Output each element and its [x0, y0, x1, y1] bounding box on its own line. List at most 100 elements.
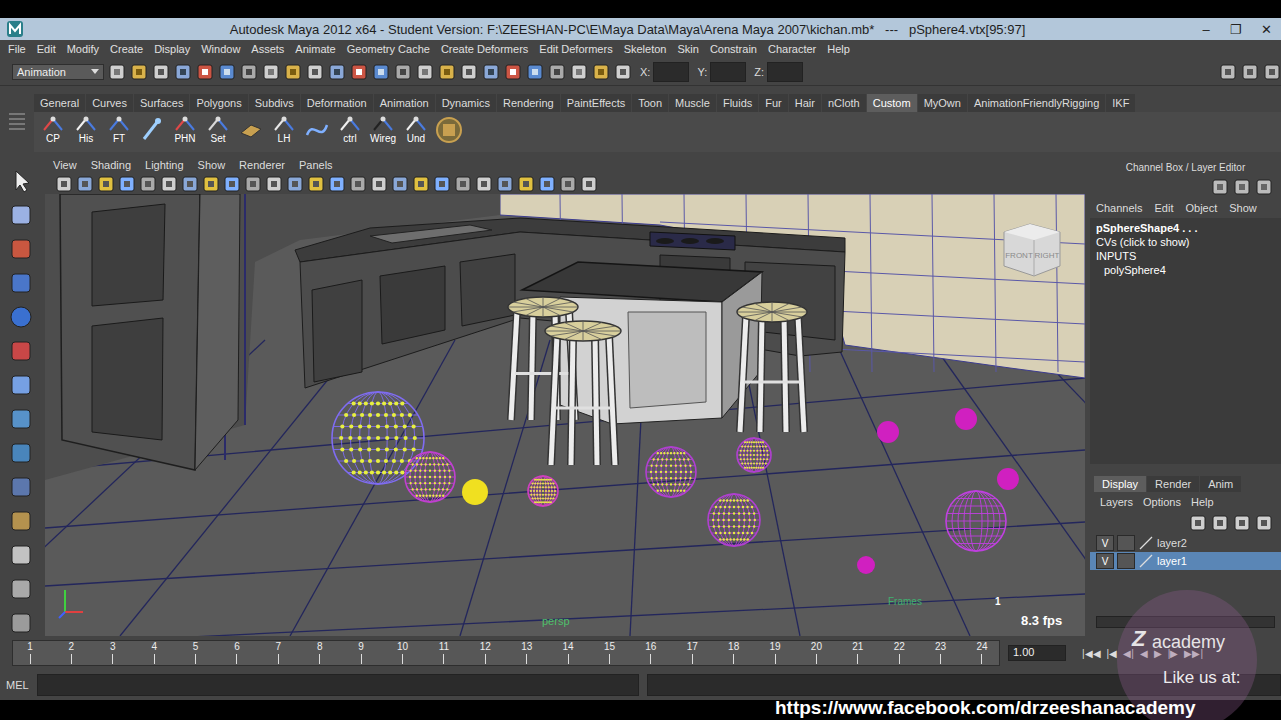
shelf-button[interactable]: [434, 115, 464, 149]
layer-menu-item[interactable]: Options: [1143, 496, 1181, 508]
channel-box-mode-icon[interactable]: [1255, 178, 1273, 196]
shelf-tab[interactable]: Polygons: [190, 94, 247, 112]
shelf-grip[interactable]: [0, 86, 34, 156]
tool-icon[interactable]: [8, 406, 34, 432]
sphere-outline[interactable]: [708, 494, 760, 546]
viewport-tool-icon[interactable]: [244, 175, 262, 193]
tool-icon[interactable]: [8, 508, 34, 534]
viewport-tool-icon[interactable]: [391, 175, 409, 193]
watermark-url[interactable]: https://www.facebook.com/drzeeshanacadem…: [775, 697, 1196, 719]
menu-item[interactable]: Geometry Cache: [347, 43, 430, 55]
viewport-tool-icon[interactable]: [559, 175, 577, 193]
sphere-body[interactable]: [462, 479, 488, 505]
menu-item[interactable]: Animate: [295, 43, 335, 55]
status-tool-icon[interactable]: [262, 63, 280, 81]
layer-tab[interactable]: Render: [1147, 476, 1199, 492]
sphere[interactable]: [528, 476, 558, 506]
status-tool-icon[interactable]: [614, 63, 632, 81]
channel-box-menu-item[interactable]: Channels: [1096, 202, 1142, 214]
shelf-tab[interactable]: Curves: [86, 94, 133, 112]
shelf-tab[interactable]: PaintEffects: [561, 94, 632, 112]
viewport-tool-icon[interactable]: [370, 175, 388, 193]
shelf-button[interactable]: PHN: [170, 115, 200, 149]
menu-item[interactable]: Character: [768, 43, 816, 55]
tool-icon[interactable]: [8, 270, 34, 296]
status-tool-icon[interactable]: [372, 63, 390, 81]
sphere-outline[interactable]: [405, 452, 455, 502]
menu-item[interactable]: File: [8, 43, 26, 55]
tool-icon[interactable]: [8, 610, 34, 636]
sphere[interactable]: [646, 447, 696, 497]
status-tool-icon[interactable]: [438, 63, 456, 81]
playback-toggle[interactable]: [1117, 553, 1135, 569]
shelf-button[interactable]: [236, 115, 266, 149]
status-tool-icon[interactable]: [284, 63, 302, 81]
channel-box-mode-icon[interactable]: [1233, 178, 1251, 196]
view-cube[interactable]: FRONTRIGHT: [1000, 214, 1064, 278]
shelf-tab[interactable]: nCloth: [822, 94, 866, 112]
layer-tab[interactable]: Anim: [1200, 476, 1241, 492]
coord-input[interactable]: [710, 62, 746, 82]
status-tool-icon[interactable]: [460, 63, 478, 81]
layer-name[interactable]: layer1: [1157, 555, 1187, 567]
tool-icon[interactable]: [8, 372, 34, 398]
viewport-tool-icon[interactable]: [580, 175, 598, 193]
playback-button[interactable]: |◀◀: [1082, 648, 1101, 659]
layer-tool-icon[interactable]: [1211, 514, 1229, 532]
viewport-tool-icon[interactable]: [433, 175, 451, 193]
sphere[interactable]: [462, 479, 488, 505]
menu-item[interactable]: Window: [201, 43, 240, 55]
viewport-tool-icon[interactable]: [265, 175, 283, 193]
viewport-tool-icon[interactable]: [517, 175, 535, 193]
status-tool-icon[interactable]: [526, 63, 544, 81]
channel-box-menu-item[interactable]: Object: [1185, 202, 1217, 214]
viewport-tool-icon[interactable]: [223, 175, 241, 193]
viewport-menu-item[interactable]: Renderer: [239, 159, 285, 171]
viewport-tool-icon[interactable]: [454, 175, 472, 193]
channel-box-menu-item[interactable]: Show: [1229, 202, 1257, 214]
shelf-tab[interactable]: Fluids: [717, 94, 758, 112]
shelf-tab[interactable]: Surfaces: [134, 94, 189, 112]
sphere[interactable]: [877, 421, 899, 443]
status-tool-icon[interactable]: [504, 63, 522, 81]
sphere[interactable]: [955, 408, 977, 430]
sphere-outline[interactable]: [332, 392, 424, 484]
viewport-tool-icon[interactable]: [286, 175, 304, 193]
viewport-menu-item[interactable]: Lighting: [145, 159, 184, 171]
menu-item[interactable]: Help: [827, 43, 850, 55]
viewport-tool-icon[interactable]: [307, 175, 325, 193]
sphere-outline[interactable]: [528, 476, 558, 506]
shelf-tab[interactable]: General: [34, 94, 85, 112]
shelf-button[interactable]: Set: [203, 115, 233, 149]
viewport-menu-item[interactable]: Shading: [91, 159, 131, 171]
menu-item[interactable]: Edit Deformers: [539, 43, 612, 55]
status-tool-icon[interactable]: [394, 63, 412, 81]
shelf-button[interactable]: CP: [38, 115, 68, 149]
layer-name[interactable]: layer2: [1157, 537, 1187, 549]
layer-tool-icon[interactable]: [1189, 514, 1207, 532]
layer-row[interactable]: Vlayer2: [1090, 534, 1281, 552]
layer-color-icon[interactable]: [1138, 554, 1154, 568]
status-tool-icon[interactable]: [174, 63, 192, 81]
sphere-body[interactable]: [997, 468, 1019, 490]
close-button[interactable]: ✕: [1251, 22, 1281, 37]
panel-toggle-icon[interactable]: [1241, 63, 1259, 81]
view-cube-face[interactable]: FRONT: [1005, 251, 1033, 260]
time-track[interactable]: 123456789101112131415161718192021222324: [12, 640, 1000, 666]
status-tool-icon[interactable]: [350, 63, 368, 81]
input-node[interactable]: polySphere4: [1096, 264, 1275, 276]
restore-button[interactable]: ❐: [1221, 22, 1251, 37]
channel-box-mode-icon[interactable]: [1211, 178, 1229, 196]
sphere-body[interactable]: [877, 421, 899, 443]
status-tool-icon[interactable]: [306, 63, 324, 81]
status-tool-icon[interactable]: [548, 63, 566, 81]
layer-color-icon[interactable]: [1138, 536, 1154, 550]
viewport-menu-item[interactable]: View: [53, 159, 77, 171]
channel-box-menu-item[interactable]: Edit: [1154, 202, 1173, 214]
tool-icon[interactable]: [8, 304, 34, 330]
shelf-tab[interactable]: Dynamics: [436, 94, 496, 112]
viewport-tool-icon[interactable]: [538, 175, 556, 193]
viewport-tool-icon[interactable]: [118, 175, 136, 193]
menu-item[interactable]: Create: [110, 43, 143, 55]
status-tool-icon[interactable]: [570, 63, 588, 81]
